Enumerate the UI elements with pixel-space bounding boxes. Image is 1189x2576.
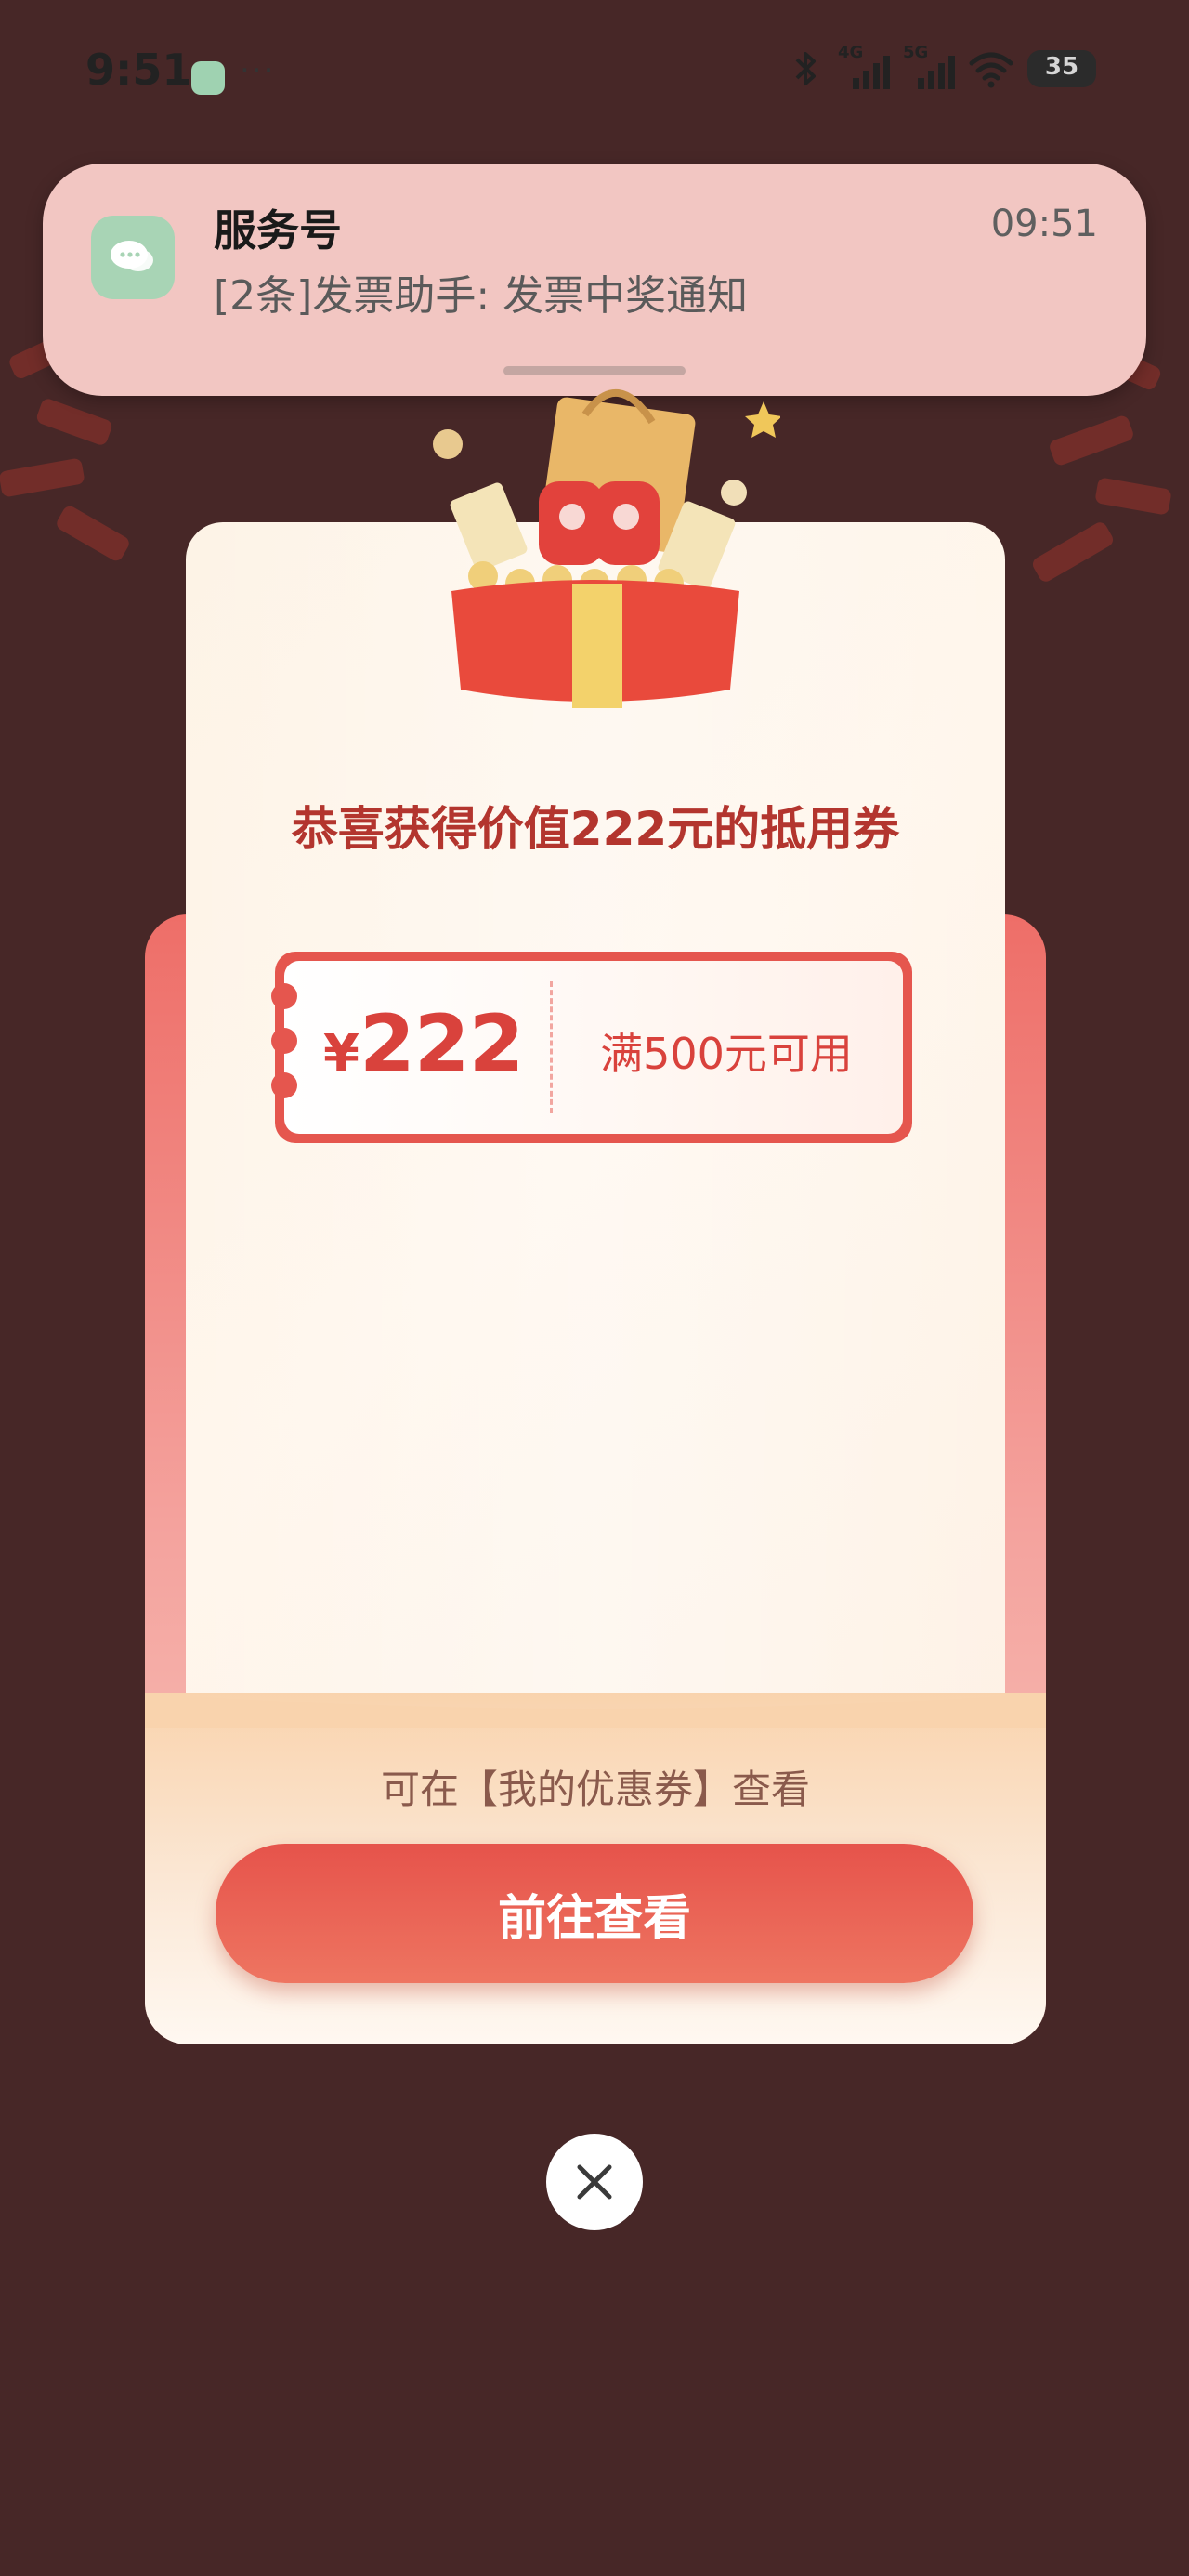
notification-title: 服务号 — [214, 205, 342, 256]
coupon-body: ¥222 满500元可用 — [271, 961, 903, 1134]
congrats-title: 恭喜获得价值222元的抵用券 — [291, 802, 900, 856]
coupon-amount: ¥222 — [323, 998, 524, 1091]
cellular-signal-icon-2: 5G — [903, 43, 955, 89]
screen: 9:51 ··· 4G 5G 35 服务号 [2条]发票助手: 发票中奖通知 0… — [0, 0, 1189, 2576]
battery-icon: 35 — [1027, 50, 1096, 87]
view-coupon-button[interactable]: 前往查看 — [216, 1844, 973, 1983]
notification-body: [2条]发票助手: 发票中奖通知 — [214, 272, 749, 320]
chat-bubbles-icon — [91, 216, 175, 299]
more-notifications-icon: ··· — [240, 52, 276, 89]
cellular-signal-icon-1: 4G — [838, 43, 890, 89]
status-bar: 9:51 ··· 4G 5G 35 — [0, 0, 1189, 149]
currency-symbol: ¥ — [323, 1024, 359, 1084]
notification-banner[interactable]: 服务号 [2条]发票助手: 发票中奖通知 09:51 — [43, 164, 1146, 396]
wifi-icon — [969, 52, 1013, 88]
status-icons: 4G 5G 35 — [786, 43, 1096, 89]
notification-time: 09:51 — [990, 203, 1098, 245]
coupon-notch — [271, 1072, 297, 1098]
notification-app-icon — [191, 61, 225, 95]
notification-drag-handle[interactable] — [503, 366, 686, 375]
gift-box-illustration — [433, 388, 780, 708]
coupon-location-hint: 可在【我的优惠券】查看 — [380, 1767, 810, 1812]
battery-level: 35 — [1044, 53, 1079, 81]
coupon-notch — [271, 983, 297, 1009]
coupon-notch — [271, 1028, 297, 1054]
coupon-condition: 满500元可用 — [600, 1029, 853, 1079]
modal-bottom-curve — [145, 1693, 1046, 1728]
status-time: 9:51 — [85, 45, 192, 95]
close-button[interactable] — [546, 2134, 643, 2230]
bluetooth-icon — [795, 52, 816, 85]
close-icon — [577, 2164, 612, 2200]
coupon-value: 222 — [359, 998, 525, 1091]
coupon-card: ¥222 满500元可用 — [271, 952, 912, 1143]
